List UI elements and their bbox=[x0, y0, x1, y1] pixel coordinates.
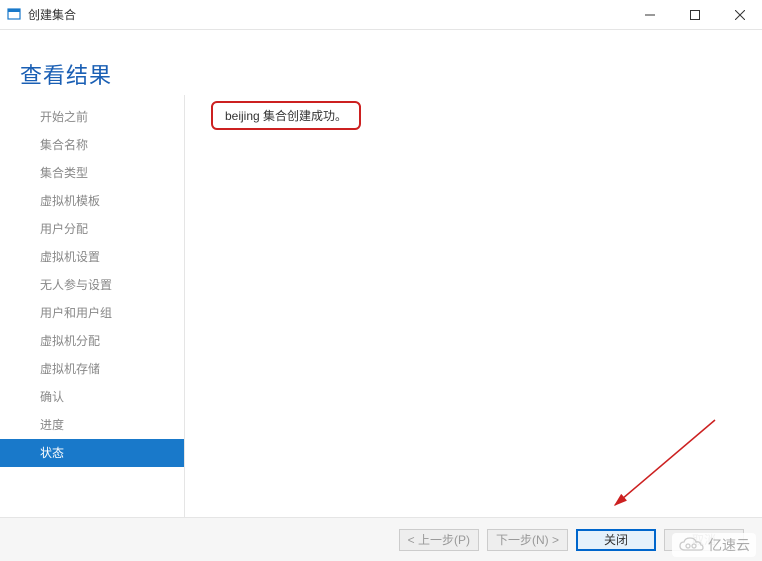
wizard-step-4[interactable]: 用户分配 bbox=[0, 215, 184, 243]
cloud-icon bbox=[678, 536, 704, 554]
wizard-step-8[interactable]: 虚拟机分配 bbox=[0, 327, 184, 355]
page-title: 查看结果 bbox=[20, 58, 742, 90]
titlebar: 创建集合 bbox=[0, 0, 762, 30]
app-icon bbox=[6, 7, 22, 23]
wizard-step-3[interactable]: 虚拟机模板 bbox=[0, 187, 184, 215]
next-button[interactable]: 下一步(N) > bbox=[487, 529, 568, 551]
annotation-arrow bbox=[605, 415, 725, 515]
watermark: 亿速云 bbox=[672, 533, 756, 557]
wizard-step-0[interactable]: 开始之前 bbox=[0, 103, 184, 131]
wizard-step-7[interactable]: 用户和用户组 bbox=[0, 299, 184, 327]
wizard-step-9[interactable]: 虚拟机存储 bbox=[0, 355, 184, 383]
minimize-button[interactable] bbox=[627, 0, 672, 29]
watermark-text: 亿速云 bbox=[708, 535, 750, 555]
wizard-step-6[interactable]: 无人参与设置 bbox=[0, 271, 184, 299]
wizard-step-11[interactable]: 进度 bbox=[0, 411, 184, 439]
previous-button[interactable]: < 上一步(P) bbox=[399, 529, 479, 551]
window-title: 创建集合 bbox=[28, 6, 76, 23]
main-panel: beijing 集合创建成功。 bbox=[185, 95, 762, 517]
close-window-button[interactable] bbox=[717, 0, 762, 29]
status-message: beijing 集合创建成功。 bbox=[225, 109, 347, 123]
wizard-footer: < 上一步(P) 下一步(N) > 关闭 取消 bbox=[0, 517, 762, 561]
wizard-step-1[interactable]: 集合名称 bbox=[0, 131, 184, 159]
window-controls bbox=[627, 0, 762, 29]
wizard-step-2[interactable]: 集合类型 bbox=[0, 159, 184, 187]
wizard-step-10[interactable]: 确认 bbox=[0, 383, 184, 411]
status-message-box: beijing 集合创建成功。 bbox=[211, 101, 361, 130]
content-area: 开始之前集合名称集合类型虚拟机模板用户分配虚拟机设置无人参与设置用户和用户组虚拟… bbox=[0, 95, 762, 517]
close-button[interactable]: 关闭 bbox=[576, 529, 656, 551]
wizard-sidebar: 开始之前集合名称集合类型虚拟机模板用户分配虚拟机设置无人参与设置用户和用户组虚拟… bbox=[0, 95, 185, 517]
wizard-step-5[interactable]: 虚拟机设置 bbox=[0, 243, 184, 271]
maximize-button[interactable] bbox=[672, 0, 717, 29]
wizard-step-12[interactable]: 状态 bbox=[0, 439, 184, 467]
